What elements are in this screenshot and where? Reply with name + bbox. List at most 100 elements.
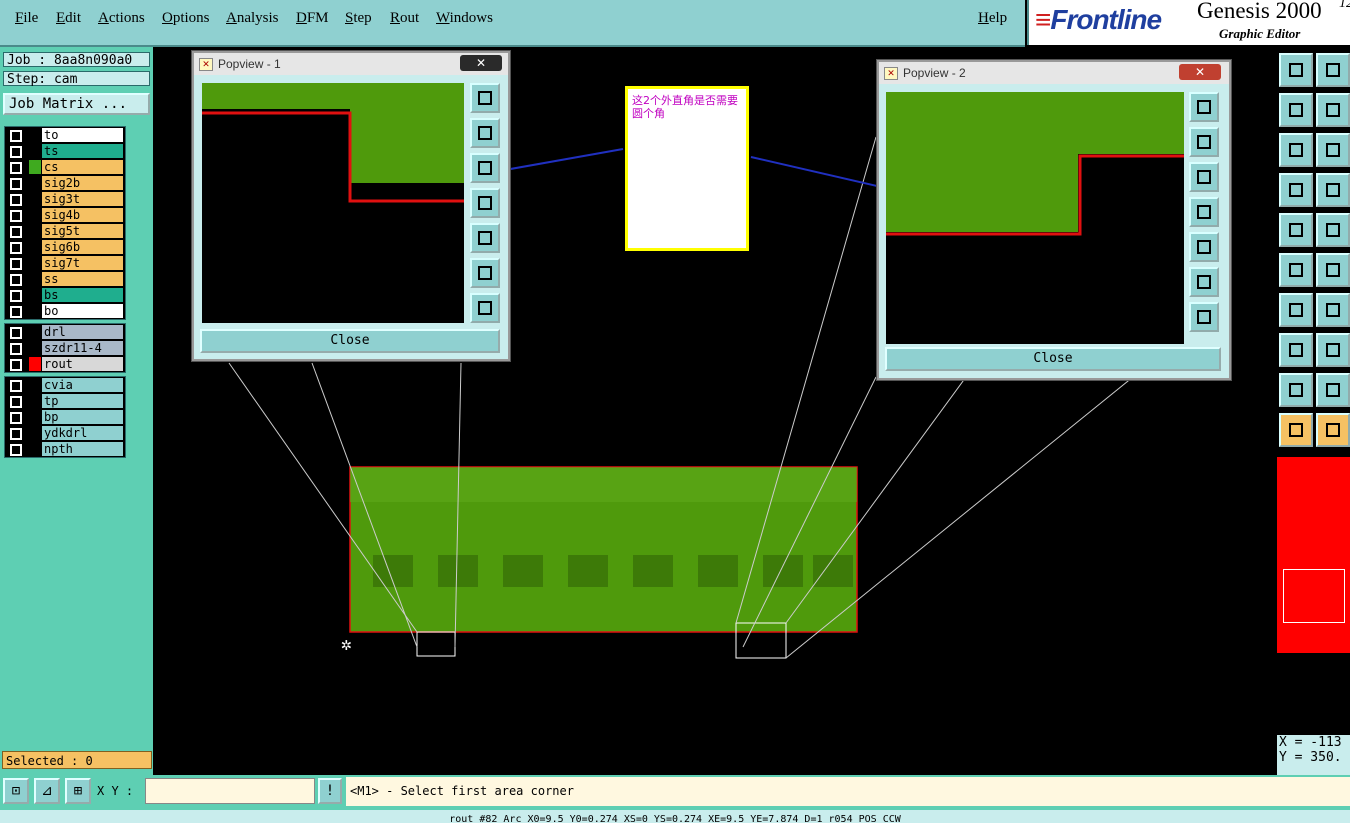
popview-tool-button[interactable] [1189, 267, 1219, 297]
toolbar-button[interactable] [1279, 293, 1313, 327]
menu-edit[interactable]: Edit [56, 10, 81, 27]
popview-2-close-button[interactable]: Close [885, 347, 1221, 371]
toolbar-button[interactable] [1316, 53, 1350, 87]
layer-name[interactable]: szdr11-4 [42, 341, 123, 355]
layer-name[interactable]: tp [42, 394, 123, 408]
layer-checkbox[interactable] [10, 412, 22, 424]
popview-tool-button[interactable] [470, 188, 500, 218]
layer-name[interactable]: ts [42, 144, 123, 158]
layer-name[interactable]: sig3t [42, 192, 123, 206]
layer-name[interactable]: ydkdrl [42, 426, 123, 440]
menu-help[interactable]: Help [978, 10, 1007, 27]
popview-tool-button[interactable] [1189, 127, 1219, 157]
layer-name[interactable]: npth [42, 442, 123, 456]
layer-checkbox[interactable] [10, 444, 22, 456]
popview-tool-button[interactable] [470, 153, 500, 183]
toolbar-button[interactable] [1316, 293, 1350, 327]
layer-checkbox[interactable] [10, 306, 22, 318]
popview-tool-button[interactable] [470, 293, 500, 323]
popview-2-close-icon[interactable]: ✕ [1179, 64, 1221, 80]
layer-checkbox[interactable] [10, 226, 22, 238]
popview-tool-button[interactable] [1189, 302, 1219, 332]
layer-row[interactable]: cs [5, 159, 125, 175]
layer-name[interactable]: sig7t [42, 256, 123, 270]
layer-row[interactable]: sig3t [5, 191, 125, 207]
toolbar-button[interactable] [1279, 133, 1313, 167]
layer-checkbox[interactable] [10, 130, 22, 142]
toolbar-button[interactable] [1279, 373, 1313, 407]
toolbar-button[interactable] [1316, 253, 1350, 287]
layer-row[interactable]: bs [5, 287, 125, 303]
toolbar-button[interactable] [1279, 213, 1313, 247]
toolbar-button[interactable] [1316, 173, 1350, 207]
layer-row[interactable]: bp [5, 409, 125, 425]
menu-analysis[interactable]: Analysis [226, 10, 279, 27]
layer-checkbox[interactable] [10, 210, 22, 222]
layer-name[interactable]: sig2b [42, 176, 123, 190]
layer-checkbox[interactable] [10, 146, 22, 158]
popview-1-close-icon[interactable]: ✕ [460, 55, 502, 71]
layer-checkbox[interactable] [10, 396, 22, 408]
layer-row[interactable]: sig5t [5, 223, 125, 239]
layer-name[interactable]: rout [42, 357, 123, 371]
layer-row[interactable]: sig4b [5, 207, 125, 223]
job-matrix-button[interactable]: Job Matrix ... [3, 93, 150, 115]
layer-row[interactable]: ydkdrl [5, 425, 125, 441]
zoom-in-icon[interactable]: ⊡ [3, 778, 29, 804]
popview-1-view[interactable] [202, 83, 464, 323]
layer-name[interactable]: bp [42, 410, 123, 424]
layer-name[interactable]: cvia [42, 378, 123, 392]
menu-rout[interactable]: Rout [390, 10, 419, 27]
menu-file[interactable]: File [15, 10, 38, 27]
layer-row[interactable]: rout [5, 356, 125, 372]
popview-tool-button[interactable] [1189, 232, 1219, 262]
layer-checkbox[interactable] [10, 327, 22, 339]
popview-tool-button[interactable] [1189, 92, 1219, 122]
layer-checkbox[interactable] [10, 178, 22, 190]
toolbar-button[interactable] [1279, 53, 1313, 87]
toolbar-button[interactable] [1279, 93, 1313, 127]
layer-checkbox[interactable] [10, 242, 22, 254]
measure-icon[interactable]: ⊿ [34, 778, 60, 804]
layer-row[interactable]: sig7t [5, 255, 125, 271]
layer-checkbox[interactable] [10, 290, 22, 302]
grid-icon[interactable]: ⊞ [65, 778, 91, 804]
menu-actions[interactable]: Actions [98, 10, 145, 27]
layer-checkbox[interactable] [10, 194, 22, 206]
toolbar-button[interactable] [1279, 173, 1313, 207]
layer-name[interactable]: sig5t [42, 224, 123, 238]
menu-windows[interactable]: Windows [436, 10, 493, 27]
toolbar-button[interactable] [1316, 413, 1350, 447]
alert-icon[interactable]: ! [318, 778, 342, 804]
layer-checkbox[interactable] [10, 380, 22, 392]
layer-row[interactable]: npth [5, 441, 125, 457]
layer-checkbox[interactable] [10, 428, 22, 440]
toolbar-button[interactable] [1279, 253, 1313, 287]
toolbar-button[interactable] [1316, 213, 1350, 247]
menu-step[interactable]: Step [345, 10, 372, 27]
layer-name[interactable]: bs [42, 288, 123, 302]
popview-1-close-button[interactable]: Close [200, 329, 500, 353]
toolbar-button[interactable] [1316, 373, 1350, 407]
layer-row[interactable]: tp [5, 393, 125, 409]
toolbar-button[interactable] [1279, 333, 1313, 367]
layer-name[interactable]: to [42, 128, 123, 142]
popview-tool-button[interactable] [470, 223, 500, 253]
popview-tool-button[interactable] [1189, 162, 1219, 192]
layer-name[interactable]: ss [42, 272, 123, 286]
layer-checkbox[interactable] [10, 343, 22, 355]
layer-row[interactable]: cvia [5, 377, 125, 393]
popview-tool-button[interactable] [1189, 197, 1219, 227]
toolbar-button[interactable] [1316, 133, 1350, 167]
layer-row[interactable]: bo [5, 303, 125, 319]
layer-name[interactable]: cs [42, 160, 123, 174]
toolbar-button[interactable] [1316, 93, 1350, 127]
layer-row[interactable]: ss [5, 271, 125, 287]
layer-checkbox[interactable] [10, 359, 22, 371]
layer-row[interactable]: szdr11-4 [5, 340, 125, 356]
layer-checkbox[interactable] [10, 274, 22, 286]
layer-name[interactable]: drl [42, 325, 123, 339]
layer-checkbox[interactable] [10, 162, 22, 174]
toolbar-button[interactable] [1279, 413, 1313, 447]
layer-checkbox[interactable] [10, 258, 22, 270]
